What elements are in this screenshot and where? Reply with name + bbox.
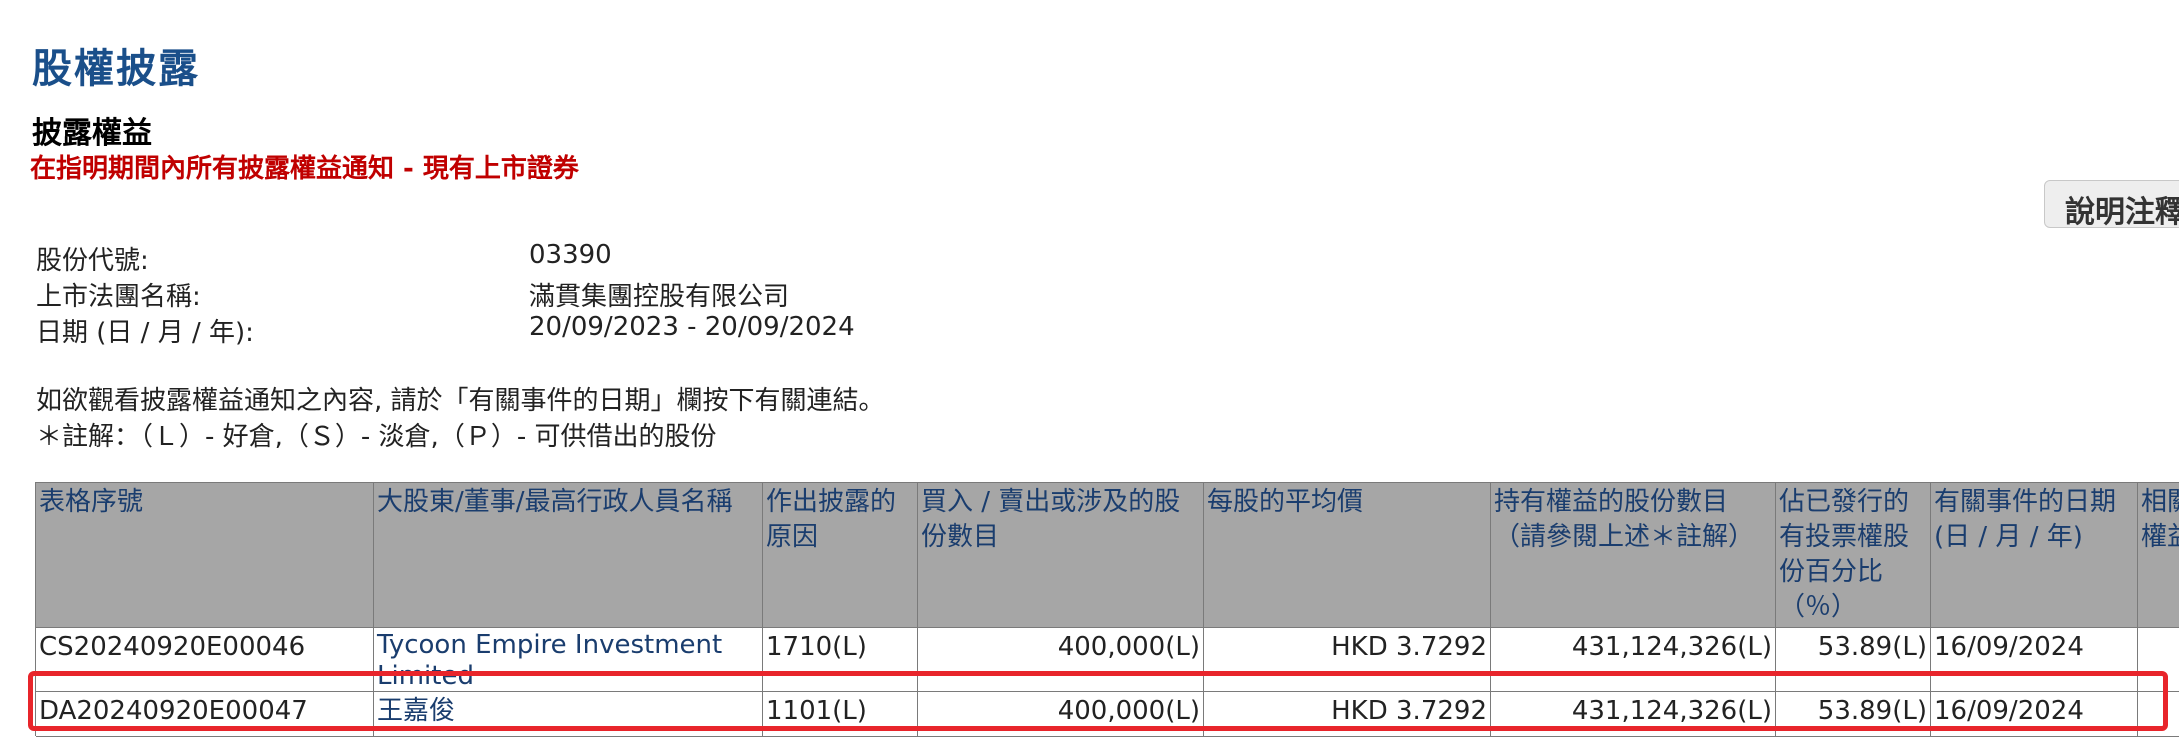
col-header-form-no: 表格序號 xyxy=(36,483,374,628)
col-header-reason: 作出披露的原因 xyxy=(763,483,918,628)
table-cell-reason: 1710(L) xyxy=(763,628,918,692)
col-header-related-interests: 相關權益 xyxy=(2138,483,2179,628)
stock-code-value: 03390 xyxy=(529,240,612,270)
table-cell-percentage: 53.89(L) xyxy=(1776,628,1931,692)
instruction-note: 如欲觀看披露權益通知之內容, 請於「有關事件的日期」欄按下有關連結。 xyxy=(36,386,885,416)
table-cell-name[interactable]: 王嘉俊 xyxy=(374,692,763,737)
table-cell-shares-held: 431,124,326(L) xyxy=(1491,692,1776,737)
col-header-shares-held: 持有權益的股份數目（請參閱上述＊註解） xyxy=(1491,483,1776,628)
table-cell-avg-price: HKD 3.7292 xyxy=(1204,628,1491,692)
disclosure-table: 表格序號 大股東/董事/最高行政人員名稱 作出披露的原因 買入 / 賣出或涉及的… xyxy=(35,482,2179,737)
table-cell-name[interactable]: Tycoon Empire Investment Limited xyxy=(374,628,763,692)
help-notes-button[interactable]: 說明注釋 xyxy=(2044,180,2179,228)
stock-code-label: 股份代號: xyxy=(36,246,149,276)
table-cell-shares-traded: 400,000(L) xyxy=(918,692,1204,737)
col-header-shares-traded: 買入 / 賣出或涉及的股份數目 xyxy=(918,483,1204,628)
table-cell-avg-price: HKD 3.7292 xyxy=(1204,692,1491,737)
page-heading: 股權披露 xyxy=(32,46,200,92)
table-cell-form-no[interactable]: CS20240920E00046 xyxy=(36,628,374,692)
table-cell-related xyxy=(2138,692,2179,737)
table-cell-event-date[interactable]: 16/09/2024 xyxy=(1931,628,2138,692)
table-cell-related xyxy=(2138,628,2179,692)
table-cell-shares-traded: 400,000(L) xyxy=(918,628,1204,692)
table-cell-reason: 1101(L) xyxy=(763,692,918,737)
section-subtitle: 在指明期間內所有披露權益通知 - 現有上市證券 xyxy=(30,154,579,184)
date-range-value: 20/09/2023 - 20/09/2024 xyxy=(529,312,855,342)
col-header-name: 大股東/董事/最高行政人員名稱 xyxy=(374,483,763,628)
section-title: 披露權益 xyxy=(32,116,152,151)
company-name-value: 滿貫集團控股有限公司 xyxy=(529,282,790,312)
company-name-label: 上市法團名稱: xyxy=(36,282,201,312)
date-range-label: 日期 (日 / 月 / 年): xyxy=(36,318,254,348)
position-legend-note: ＊註解：（Ｌ）- 好倉,（Ｓ）- 淡倉,（Ｐ）- 可供借出的股份 xyxy=(36,422,717,452)
table-cell-percentage: 53.89(L) xyxy=(1776,692,1931,737)
col-header-avg-price: 每股的平均價 xyxy=(1204,483,1491,628)
table-cell-form-no[interactable]: DA20240920E00047 xyxy=(36,692,374,737)
table-cell-shares-held: 431,124,326(L) xyxy=(1491,628,1776,692)
col-header-event-date: 有關事件的日期 (日 / 月 / 年) xyxy=(1931,483,2138,628)
table-cell-event-date[interactable]: 16/09/2024 xyxy=(1931,692,2138,737)
col-header-percentage: 佔已發行的有投票權股份百分比（％） xyxy=(1776,483,1931,628)
